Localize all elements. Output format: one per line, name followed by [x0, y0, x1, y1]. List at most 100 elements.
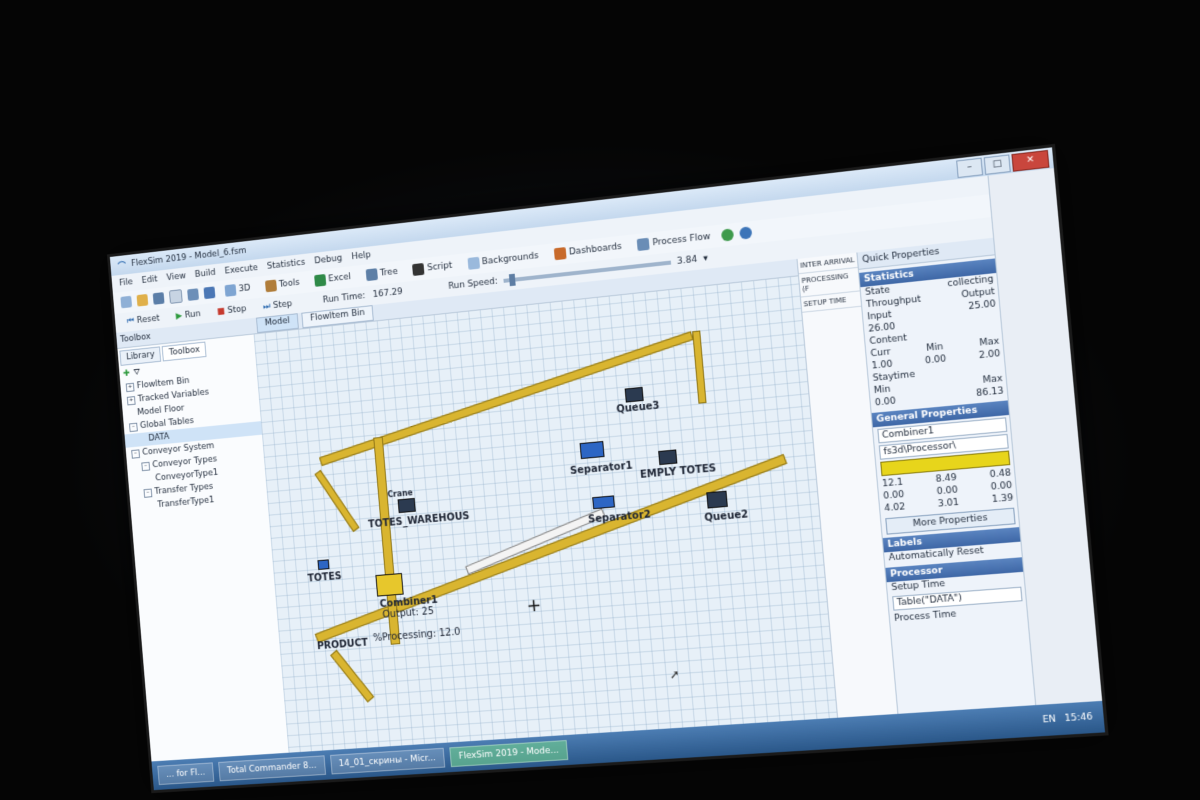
reset-icon: ⏮ — [126, 316, 135, 327]
step-button[interactable]: ⏭ Step — [258, 297, 298, 315]
run-time-label: Run Time: — [322, 291, 366, 306]
position-z[interactable]: 0.48 — [989, 468, 1011, 480]
toolbar-tools-label: Tools — [278, 277, 300, 290]
emply-totes-object[interactable] — [658, 449, 678, 466]
tree-item-label: DATA — [148, 432, 170, 444]
toolbar-backgrounds-label: Backgrounds — [481, 251, 540, 268]
toolbar-excel-button[interactable]: Excel — [309, 269, 356, 290]
dashboards-icon — [553, 247, 567, 261]
position-x[interactable]: 12.1 — [882, 477, 904, 489]
tree-icon — [365, 268, 378, 282]
menu-file[interactable]: File — [119, 277, 133, 288]
tools-icon — [264, 279, 277, 293]
run-button[interactable]: ▶ Run — [171, 307, 206, 324]
size-x[interactable]: 4.02 — [884, 502, 906, 514]
expand-icon[interactable]: + — [126, 395, 136, 405]
taskbar-item[interactable]: ... for Fl... — [157, 762, 215, 786]
taskbar-item[interactable]: Total Commander 8... — [218, 755, 326, 782]
staytime-max-label: Max — [982, 373, 1004, 386]
toolbar-script-button[interactable]: Script — [408, 257, 458, 278]
add-icon[interactable]: ✚ — [123, 369, 131, 379]
crane-leg-front-left — [330, 649, 375, 703]
collapse-icon[interactable]: – — [128, 422, 138, 432]
taskbar-item[interactable]: 14_01_скрины - Micr... — [329, 747, 446, 775]
process-time-label: Process Time — [893, 609, 957, 625]
run-speed-value: 3.84 — [676, 254, 698, 267]
collapse-icon[interactable]: – — [143, 488, 153, 498]
select-mode-icon[interactable] — [168, 289, 183, 304]
rotation-y[interactable]: 0.00 — [936, 485, 958, 497]
totes-warehous-object[interactable] — [397, 497, 416, 514]
size-z[interactable]: 1.39 — [991, 493, 1013, 505]
run-time-value: 167.29 — [372, 287, 404, 301]
queue2-object[interactable] — [706, 490, 728, 509]
curr-label: Curr — [870, 347, 892, 360]
save-icon[interactable] — [152, 292, 165, 305]
globe-icon[interactable] — [739, 226, 753, 240]
chevron-down-icon[interactable]: ▾ — [703, 254, 708, 265]
stop-button[interactable]: ■ Stop — [212, 302, 252, 320]
menu-edit[interactable]: Edit — [141, 275, 158, 286]
tab-model[interactable]: Model — [255, 313, 299, 334]
step-icon: ⏭ — [262, 301, 271, 313]
product-label: PRODUCT — [316, 637, 369, 653]
separator2-object[interactable] — [592, 495, 615, 510]
totes-object[interactable] — [317, 559, 330, 570]
menu-execute[interactable]: Execute — [224, 263, 258, 276]
maximize-button[interactable]: □ — [983, 154, 1011, 175]
excel-icon — [313, 274, 327, 287]
run-label: Run — [184, 309, 202, 321]
separator1-object[interactable] — [579, 440, 605, 460]
toolbar-tools-button[interactable]: Tools — [260, 274, 305, 294]
help-circle-icon[interactable] — [720, 228, 735, 242]
toolbar-3d-button[interactable]: 3D — [220, 280, 256, 299]
size-y[interactable]: 3.01 — [937, 498, 959, 510]
conveyor[interactable] — [465, 508, 606, 575]
language-indicator[interactable]: EN — [1042, 714, 1056, 725]
queue3-object[interactable] — [624, 386, 644, 403]
play-icon: ▶ — [175, 311, 183, 322]
run-speed-thumb[interactable] — [508, 273, 516, 287]
filter-icon[interactable]: ⛛ — [133, 368, 141, 378]
taskbar-item-active[interactable]: FlexSim 2019 - Mode... — [449, 739, 569, 768]
collapse-icon[interactable]: – — [131, 448, 140, 459]
reset-button[interactable]: ⏮ Reset — [122, 311, 165, 329]
toolbar-tree-button[interactable]: Tree — [360, 263, 403, 283]
open-folder-icon[interactable] — [136, 293, 149, 307]
tree-item-label: TransferType1 — [157, 495, 215, 511]
toolbar-dashboards-label: Dashboards — [568, 241, 623, 258]
emply-totes-label: EMPLY TOTES — [639, 463, 717, 481]
rotation-x[interactable]: 0.00 — [883, 490, 905, 502]
stop-icon: ■ — [216, 306, 226, 318]
step-label: Step — [272, 299, 293, 311]
rotation-z[interactable]: 0.00 — [990, 481, 1012, 493]
connect-icon[interactable] — [187, 288, 200, 301]
view-options-icon[interactable] — [203, 286, 216, 300]
flexsim-logo-icon: ⌒ — [117, 261, 127, 272]
clock[interactable]: 15:46 — [1064, 712, 1093, 724]
reset-label: Reset — [136, 313, 161, 326]
menu-build[interactable]: Build — [195, 268, 216, 280]
menu-view[interactable]: View — [166, 271, 186, 283]
combiner1-object[interactable] — [375, 572, 404, 597]
minimize-button[interactable]: – — [956, 157, 984, 179]
menu-statistics[interactable]: Statistics — [267, 258, 306, 272]
collapse-icon[interactable]: – — [141, 461, 151, 471]
crane-leg-back-right — [692, 330, 707, 404]
toolbar-process-flow-label: Process Flow — [652, 231, 711, 249]
crane-leg-back-left — [314, 469, 360, 532]
queue2-label: Queue2 — [703, 509, 749, 525]
menu-help[interactable]: Help — [351, 250, 371, 262]
new-file-icon[interactable] — [120, 295, 133, 309]
toolbar-3d-label: 3D — [238, 283, 251, 295]
model-3d-view[interactable]: Model FlowItem Bin Queue3 Separator1 EMP… — [252, 259, 838, 753]
toolbox-tree: + FlowItem Bin + Tracked Variables Model… — [120, 367, 268, 514]
staytime-min: 0.00 — [874, 396, 897, 409]
content-min: 0.00 — [924, 354, 947, 367]
menu-debug[interactable]: Debug — [314, 254, 343, 267]
tab-library[interactable]: Library — [119, 346, 162, 366]
expand-icon[interactable]: + — [125, 382, 135, 392]
totes-label: TOTES — [307, 571, 343, 585]
position-y[interactable]: 8.49 — [935, 473, 957, 485]
staytime-min-label: Min — [873, 384, 892, 397]
